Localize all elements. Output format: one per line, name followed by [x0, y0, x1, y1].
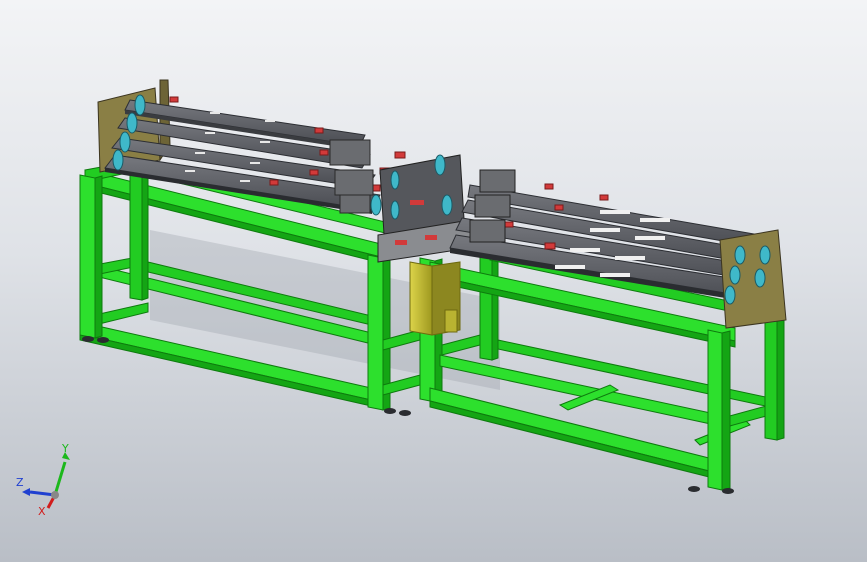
axis-triad: Y Z X	[16, 442, 70, 518]
x-axis-label: X	[38, 505, 46, 518]
center-lift-post[interactable]	[409, 261, 461, 336]
y-axis-arrow	[53, 461, 67, 496]
machine-model-3d[interactable]	[0, 0, 867, 562]
y-axis-label: Y	[61, 442, 69, 455]
cad-viewport[interactable]: Y Z X	[0, 0, 867, 562]
z-axis-label: Z	[16, 476, 24, 489]
